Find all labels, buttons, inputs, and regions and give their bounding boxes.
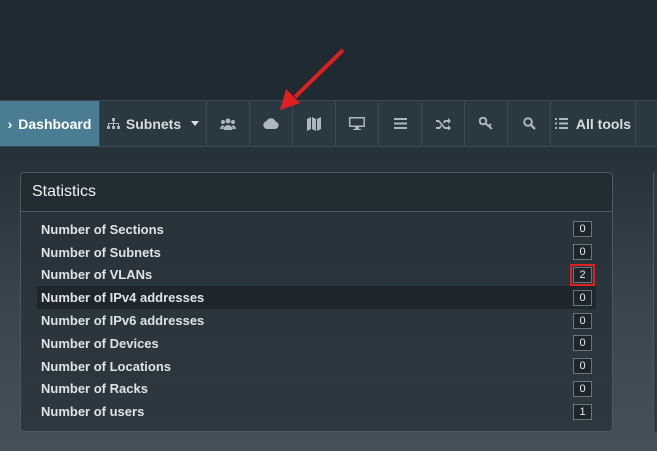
stat-label: Number of IPv6 addresses — [41, 313, 205, 329]
stat-label: Number of Locations — [41, 358, 172, 374]
stat-label: Number of users — [41, 404, 145, 420]
menu-icon — [393, 118, 407, 129]
nav-all-tools-label: All tools — [575, 115, 632, 132]
stat-badge: 0 — [573, 244, 592, 261]
nav-devices[interactable] — [336, 101, 379, 146]
stat-label: Number of Sections — [41, 221, 164, 237]
statistics-title: Statistics — [21, 173, 612, 212]
list-icon — [554, 118, 568, 129]
stat-row-subnets: Number of Subnets 0 — [21, 241, 612, 264]
stat-badge: 0 — [573, 335, 592, 352]
stat-row-users: Number of users 1 — [21, 400, 612, 423]
stat-row-ipv4: Number of IPv4 addresses 0 — [37, 286, 596, 310]
nav-cloud[interactable] — [250, 101, 293, 146]
stat-row-locations: Number of Locations 0 — [21, 355, 612, 378]
nav-dashboard-label: Dashboard — [18, 115, 92, 132]
sitemap-icon — [106, 117, 120, 129]
stat-badge: 0 — [573, 380, 592, 397]
stat-badge: 0 — [573, 312, 592, 329]
adjacent-panel-edge — [653, 172, 657, 432]
stat-label: Number of Subnets — [41, 244, 161, 260]
stat-badge: 1 — [573, 403, 592, 420]
nav-subnets-label: Subnets — [125, 115, 182, 132]
stat-row-vlans: Number of VLANs 2 — [21, 263, 612, 287]
nav-dashboard[interactable]: › Dashboard — [0, 101, 100, 146]
search-icon — [522, 117, 536, 130]
nav-users[interactable] — [207, 101, 250, 146]
stat-label: Number of VLANs — [41, 267, 153, 283]
stat-row-racks: Number of Racks 0 — [21, 378, 612, 401]
stat-label: Number of Racks — [41, 381, 148, 397]
monitor-icon — [349, 117, 365, 130]
nav-shuffle[interactable] — [422, 101, 465, 146]
statistics-list: Number of Sections 0 Number of Subnets 0… — [21, 212, 612, 423]
stat-row-devices: Number of Devices 0 — [21, 332, 612, 355]
nav-search[interactable] — [508, 101, 551, 146]
nav-map[interactable] — [293, 101, 336, 146]
main-navbar: › Dashboard Subnets All tools — [0, 100, 657, 147]
stat-label: Number of IPv4 addresses — [41, 290, 205, 306]
key-icon — [478, 117, 493, 130]
stat-label: Number of Devices — [41, 335, 159, 351]
cloud-icon — [263, 118, 279, 129]
stat-badge: 0 — [573, 358, 592, 375]
nav-subnets[interactable]: Subnets — [100, 101, 207, 146]
caret-down-icon — [191, 121, 200, 126]
nav-list[interactable] — [379, 101, 422, 146]
stat-badge: 0 — [573, 221, 592, 238]
nav-all-tools[interactable]: All tools — [551, 101, 636, 146]
shuffle-icon — [435, 117, 451, 130]
statistics-panel: Statistics Number of Sections 0 Number o… — [20, 172, 613, 432]
stat-badge-highlighted: 2 — [570, 263, 595, 286]
chevron-right-icon: › — [7, 115, 13, 132]
map-icon — [307, 116, 321, 131]
stat-row-sections: Number of Sections 0 — [21, 218, 612, 241]
stat-row-ipv6: Number of IPv6 addresses 0 — [21, 309, 612, 332]
nav-keys[interactable] — [465, 101, 508, 146]
header-area — [0, 0, 657, 100]
stat-badge: 0 — [573, 289, 592, 306]
users-icon — [220, 118, 236, 130]
